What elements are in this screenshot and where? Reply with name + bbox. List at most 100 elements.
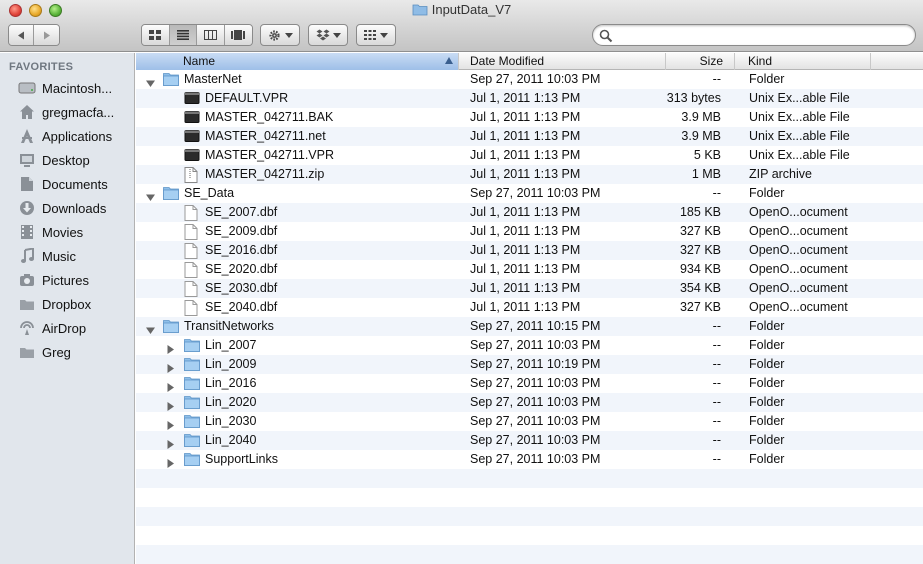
sidebar-item-airdrop[interactable]: AirDrop <box>17 317 133 339</box>
sidebar-item-applications[interactable]: Applications <box>17 125 133 147</box>
unix-executable-icon <box>184 110 200 125</box>
table-row[interactable]: SE_2040.dbf Jul 1, 2011 1:13 PM 327 KB Open… <box>136 298 923 317</box>
dropbox-menu-button[interactable] <box>308 24 348 46</box>
table-row[interactable]: SE_2007.dbf Jul 1, 2011 1:13 PM 185 KB Open… <box>136 203 923 222</box>
table-row[interactable]: Lin_2009 Sep 27, 2011 10:19 PM -- Folder <box>136 355 923 374</box>
file-size: -- <box>712 376 721 390</box>
table-row[interactable]: MasterNet Sep 27, 2011 10:03 PM -- Folder <box>136 70 923 89</box>
disclosure-collapsed-icon[interactable] <box>166 341 175 354</box>
disclosure-collapsed-icon[interactable] <box>166 379 175 392</box>
table-row[interactable]: Lin_2020 Sep 27, 2011 10:03 PM -- Folder <box>136 393 923 412</box>
sidebar-item-desktop[interactable]: Desktop <box>17 149 133 171</box>
hard-drive-icon <box>17 79 37 97</box>
sidebar-item-label: Greg <box>42 344 71 360</box>
file-name: SE_2030.dbf <box>205 281 278 295</box>
date-modified: Sep 27, 2011 10:03 PM <box>470 72 601 86</box>
file-name: Lin_2016 <box>205 376 257 390</box>
date-modified: Jul 1, 2011 1:13 PM <box>470 281 581 295</box>
file-name: MasterNet <box>184 72 242 86</box>
sidebar-item-greg[interactable]: Greg <box>17 341 133 363</box>
table-row[interactable]: MASTER_042711.zip Jul 1, 2011 1:13 PM 1 MB… <box>136 165 923 184</box>
table-row[interactable]: MASTER_042711.VPR Jul 1, 2011 1:13 PM 5 KB… <box>136 146 923 165</box>
sidebar-item-downloads[interactable]: Downloads <box>17 197 133 219</box>
window-title-text: InputData_V7 <box>431 2 512 17</box>
folder-icon <box>163 186 179 201</box>
file-kind: Folder <box>749 452 785 466</box>
file-kind: Folder <box>749 395 785 409</box>
date-modified: Sep 27, 2011 10:15 PM <box>470 319 601 333</box>
column-header-kind[interactable]: Kind <box>735 53 871 70</box>
icon-view-button[interactable] <box>142 25 170 45</box>
disclosure-expanded-icon[interactable] <box>146 75 155 87</box>
sidebar-item-pictures[interactable]: Pictures <box>17 269 133 291</box>
disclosure-collapsed-icon[interactable] <box>166 436 175 449</box>
table-row[interactable]: MASTER_042711.BAK Jul 1, 2011 1:13 PM 3.9 … <box>136 108 923 127</box>
gear-icon <box>268 29 280 41</box>
table-row[interactable]: SE_2009.dbf Jul 1, 2011 1:13 PM 327 KB Open… <box>136 222 923 241</box>
file-size: -- <box>712 72 721 86</box>
column-header-label: Kind <box>748 54 773 68</box>
table-row[interactable]: SE_Data Sep 27, 2011 10:03 PM -- Folder <box>136 184 923 203</box>
disclosure-collapsed-icon[interactable] <box>166 398 175 411</box>
disclosure-collapsed-icon[interactable] <box>166 417 175 430</box>
file-size: 934 KB <box>679 262 721 276</box>
table-row[interactable]: Lin_2030 Sep 27, 2011 10:03 PM -- Folder <box>136 412 923 431</box>
folder-icon <box>184 452 200 467</box>
search-input[interactable] <box>592 24 916 46</box>
column-header-name[interactable]: Name <box>136 53 459 70</box>
sidebar-item-macintosh-hd[interactable]: Macintosh... <box>17 77 133 99</box>
sidebar-item-movies[interactable]: Movies <box>17 221 133 243</box>
file-name: SupportLinks <box>205 452 278 466</box>
sidebar: FAVORITES Macintosh... gregmacfa... Appl… <box>0 53 135 564</box>
table-row[interactable]: DEFAULT.VPR Jul 1, 2011 1:13 PM 313 bytes U… <box>136 89 923 108</box>
table-row[interactable]: SE_2030.dbf Jul 1, 2011 1:13 PM 354 KB Open… <box>136 279 923 298</box>
zip-archive-icon <box>184 167 200 183</box>
file-size: 327 KB <box>679 243 721 257</box>
folder-icon <box>184 414 200 429</box>
file-size: 1 MB <box>691 167 721 181</box>
empty-row <box>136 488 923 507</box>
date-modified: Sep 27, 2011 10:03 PM <box>470 186 601 200</box>
file-name: DEFAULT.VPR <box>205 91 289 105</box>
action-menu-button[interactable] <box>260 24 300 46</box>
column-header-size[interactable]: Size <box>666 53 735 70</box>
sidebar-item-dropbox[interactable]: Dropbox <box>17 293 133 315</box>
folder-icon <box>184 338 200 353</box>
table-row[interactable]: SupportLinks Sep 27, 2011 10:03 PM -- Folde… <box>136 450 923 469</box>
table-row[interactable]: SE_2020.dbf Jul 1, 2011 1:13 PM 934 KB Open… <box>136 260 923 279</box>
disclosure-collapsed-icon[interactable] <box>166 455 175 468</box>
file-size: -- <box>712 319 721 333</box>
column-view-button[interactable] <box>197 25 225 45</box>
disclosure-expanded-icon[interactable] <box>146 189 155 201</box>
file-name: MASTER_042711.net <box>205 129 326 143</box>
back-arrow-icon <box>18 31 24 39</box>
date-modified: Jul 1, 2011 1:13 PM <box>470 129 581 143</box>
sidebar-item-music[interactable]: Music <box>17 245 133 267</box>
sidebar-item-documents[interactable]: Documents <box>17 173 133 195</box>
disclosure-collapsed-icon[interactable] <box>166 360 175 373</box>
file-kind: Folder <box>749 433 785 447</box>
sidebar-item-home[interactable]: gregmacfa... <box>17 101 133 123</box>
file-kind: Unix Ex...able File <box>749 110 850 124</box>
table-row[interactable]: TransitNetworks Sep 27, 2011 10:15 PM -- Fo… <box>136 317 923 336</box>
arrange-menu-button[interactable] <box>356 24 396 46</box>
back-button[interactable] <box>9 25 34 45</box>
folder-icon <box>17 295 37 313</box>
file-rows: MasterNet Sep 27, 2011 10:03 PM -- Folder DE… <box>136 70 923 564</box>
date-modified: Jul 1, 2011 1:13 PM <box>470 205 581 219</box>
file-name: Lin_2007 <box>205 338 257 352</box>
table-row[interactable]: Lin_2016 Sep 27, 2011 10:03 PM -- Folder <box>136 374 923 393</box>
table-row[interactable]: MASTER_042711.net Jul 1, 2011 1:13 PM 3.9 … <box>136 127 923 146</box>
chevron-down-icon <box>332 32 341 38</box>
document-icon <box>184 300 200 316</box>
disclosure-expanded-icon[interactable] <box>146 322 155 334</box>
forward-button[interactable] <box>34 25 59 45</box>
coverflow-view-button[interactable] <box>224 25 252 45</box>
list-view-button[interactable] <box>169 25 197 45</box>
table-row[interactable]: SE_2016.dbf Jul 1, 2011 1:13 PM 327 KB Open… <box>136 241 923 260</box>
file-name: MASTER_042711.VPR <box>205 148 334 162</box>
table-row[interactable]: Lin_2040 Sep 27, 2011 10:03 PM -- Folder <box>136 431 923 450</box>
document-icon <box>184 281 200 297</box>
table-row[interactable]: Lin_2007 Sep 27, 2011 10:03 PM -- Folder <box>136 336 923 355</box>
column-header-date[interactable]: Date Modified <box>459 53 666 70</box>
